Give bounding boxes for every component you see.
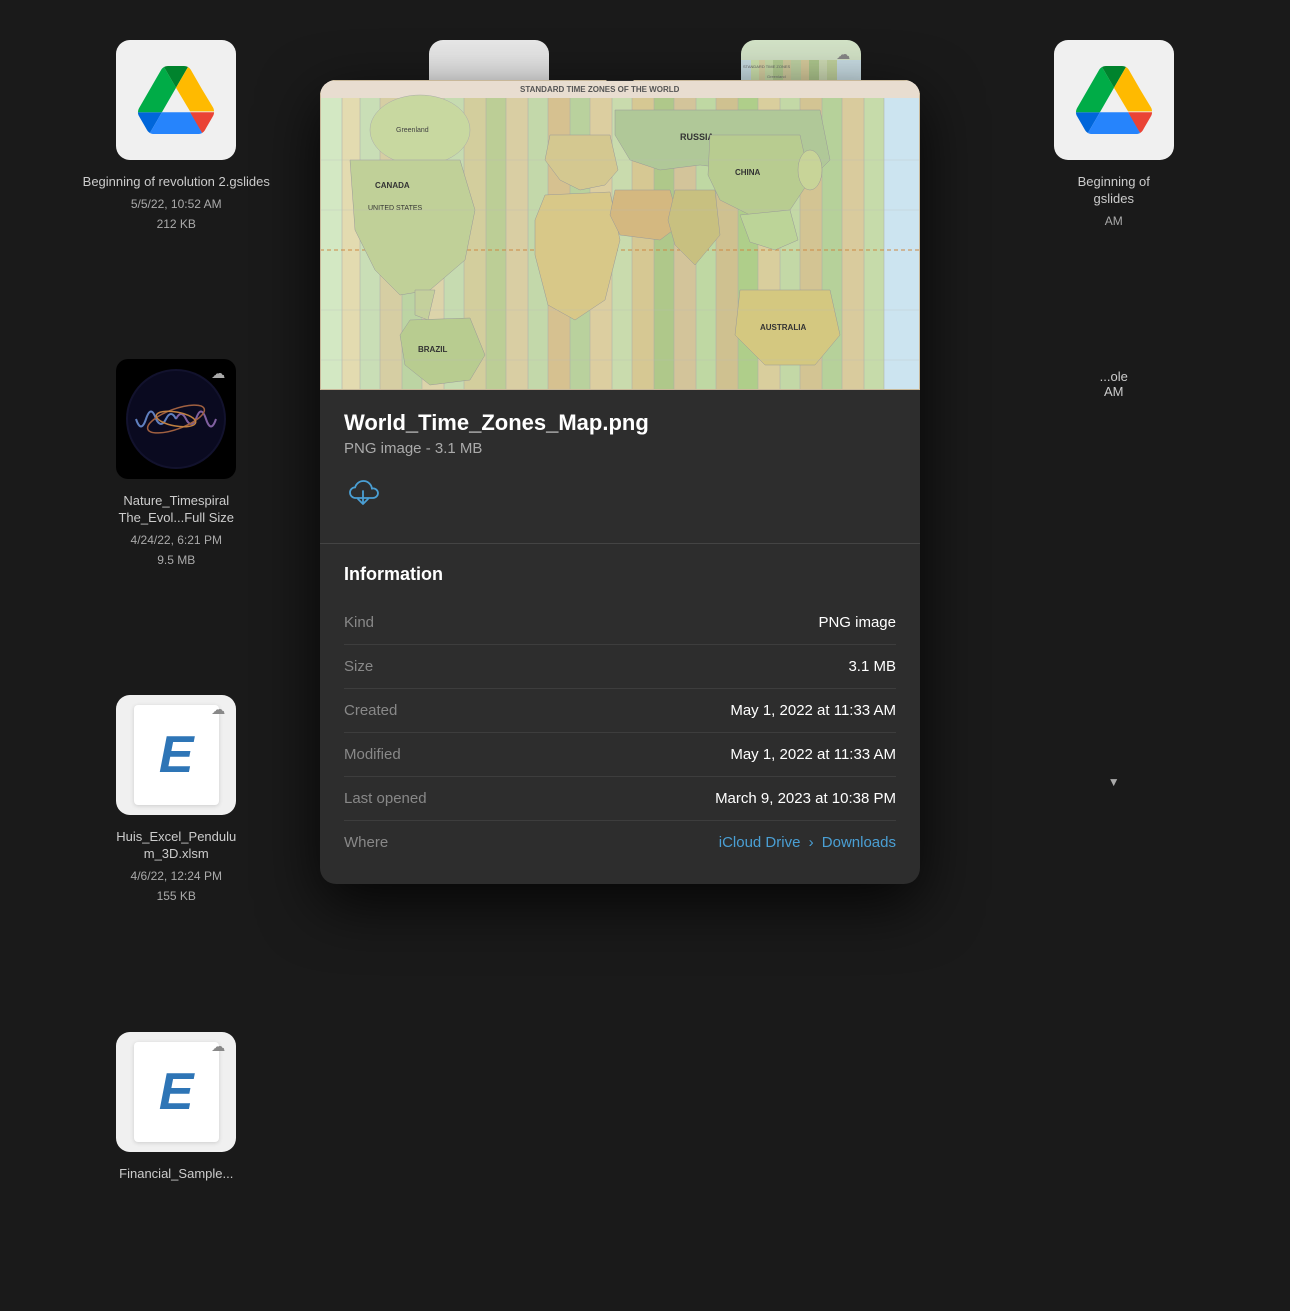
file-info-section: World_Time_Zones_Map.png PNG image - 3.1…	[320, 390, 920, 543]
last-opened-label: Last opened	[344, 790, 427, 807]
file-icon	[1054, 40, 1174, 160]
svg-text:BRAZIL: BRAZIL	[418, 345, 447, 354]
list-item[interactable]: E ☁ Financial_Sample...	[20, 1012, 333, 1291]
info-row-size: Size 3.1 MB	[344, 645, 896, 689]
cloud-icon: ☁	[208, 701, 228, 721]
where-value[interactable]: iCloud Drive › Downloads	[719, 834, 896, 851]
file-icon: E ☁	[116, 695, 236, 815]
created-value: May 1, 2022 at 11:33 AM	[730, 702, 896, 719]
map-preview-svg: STANDARD TIME ZONES OF THE WORLD	[320, 80, 920, 390]
cloud-icon: ☁	[208, 1038, 228, 1058]
info-row-created: Created May 1, 2022 at 11:33 AM	[344, 689, 896, 733]
information-title: Information	[344, 564, 896, 585]
file-name: Huis_Excel_Pendulum_3D.xlsm	[116, 829, 236, 863]
list-item: ▼	[958, 675, 1271, 1011]
gdrive-icon	[136, 66, 216, 134]
svg-text:CANADA: CANADA	[375, 181, 410, 190]
quicklook-panel: STANDARD TIME ZONES OF THE WORLD	[320, 80, 920, 884]
kind-label: Kind	[344, 614, 374, 631]
list-item[interactable]: ...oleAM	[958, 339, 1271, 675]
information-section: Information Kind PNG image Size 3.1 MB C…	[320, 544, 920, 884]
excel-icon-2: E	[134, 1042, 219, 1142]
svg-text:STANDARD TIME ZONES: STANDARD TIME ZONES	[743, 64, 791, 69]
partial-label: ...oleAM	[1090, 359, 1138, 409]
file-date: AM	[1105, 214, 1123, 228]
file-name: Nature_TimespiralThe_Evol...Full Size	[118, 493, 234, 527]
list-item[interactable]: Beginning ofgslides AM	[958, 20, 1271, 339]
path-separator: ›	[809, 834, 814, 851]
file-name: Beginning of revolution 2.gslides	[83, 174, 270, 191]
list-item[interactable]: ☁ Nature_TimespiralThe_Evol...Full Size …	[20, 339, 333, 675]
created-label: Created	[344, 702, 397, 719]
file-title: World_Time_Zones_Map.png	[344, 410, 896, 436]
where-label: Where	[344, 834, 388, 851]
info-row-modified: Modified May 1, 2022 at 11:33 AM	[344, 733, 896, 777]
size-value: 3.1 MB	[848, 658, 896, 675]
file-size: 212 KB	[157, 217, 196, 231]
modified-label: Modified	[344, 746, 401, 763]
modified-value: May 1, 2022 at 11:33 AM	[730, 746, 896, 763]
file-icon: ☁	[116, 359, 236, 479]
preview-image: STANDARD TIME ZONES OF THE WORLD	[320, 80, 920, 390]
file-date: 4/24/22, 6:21 PM	[131, 533, 222, 547]
file-name: Beginning ofgslides	[1078, 174, 1150, 208]
size-label: Size	[344, 658, 373, 675]
info-row-last-opened: Last opened March 9, 2023 at 10:38 PM	[344, 777, 896, 821]
svg-text:Greenland: Greenland	[767, 74, 786, 79]
file-name: Financial_Sample...	[119, 1166, 233, 1183]
list-item[interactable]: E ☁ Huis_Excel_Pendulum_3D.xlsm 4/6/22, …	[20, 675, 333, 1011]
file-size: 9.5 MB	[157, 553, 195, 567]
svg-text:UNITED STATES: UNITED STATES	[368, 205, 423, 212]
kind-value: PNG image	[818, 614, 896, 631]
info-row-kind: Kind PNG image	[344, 601, 896, 645]
file-size: 155 KB	[157, 889, 196, 903]
svg-text:STANDARD TIME ZONES OF THE WOR: STANDARD TIME ZONES OF THE WORLD	[520, 85, 680, 94]
cloud-icon: ☁	[833, 46, 853, 66]
svg-text:CHINA: CHINA	[735, 168, 761, 177]
file-date: 5/5/22, 10:52 AM	[131, 197, 222, 211]
svg-text:AUSTRALIA: AUSTRALIA	[760, 323, 806, 332]
cloud-download-icon	[346, 477, 380, 507]
svg-text:RUSSIA: RUSSIA	[680, 132, 715, 142]
downloads-link[interactable]: Downloads	[822, 834, 896, 851]
excel-icon: E	[134, 705, 219, 805]
file-subtitle: PNG image - 3.1 MB	[344, 440, 896, 457]
icloud-drive-link[interactable]: iCloud Drive	[719, 834, 801, 851]
last-opened-value: March 9, 2023 at 10:38 PM	[715, 790, 896, 807]
cloud-icon: ☁	[208, 365, 228, 385]
file-icon	[116, 40, 236, 160]
scroll-indicator: ▼	[1108, 775, 1120, 789]
download-cloud-button[interactable]	[344, 473, 382, 511]
file-date: 4/6/22, 12:24 PM	[131, 869, 222, 883]
gdrive-icon-2	[1074, 66, 1154, 134]
file-icon: E ☁	[116, 1032, 236, 1152]
panel-notch	[606, 80, 634, 81]
info-row-where: Where iCloud Drive › Downloads	[344, 821, 896, 864]
list-item[interactable]: Beginning of revolution 2.gslides 5/5/22…	[20, 20, 333, 339]
svg-text:Greenland: Greenland	[396, 127, 429, 134]
